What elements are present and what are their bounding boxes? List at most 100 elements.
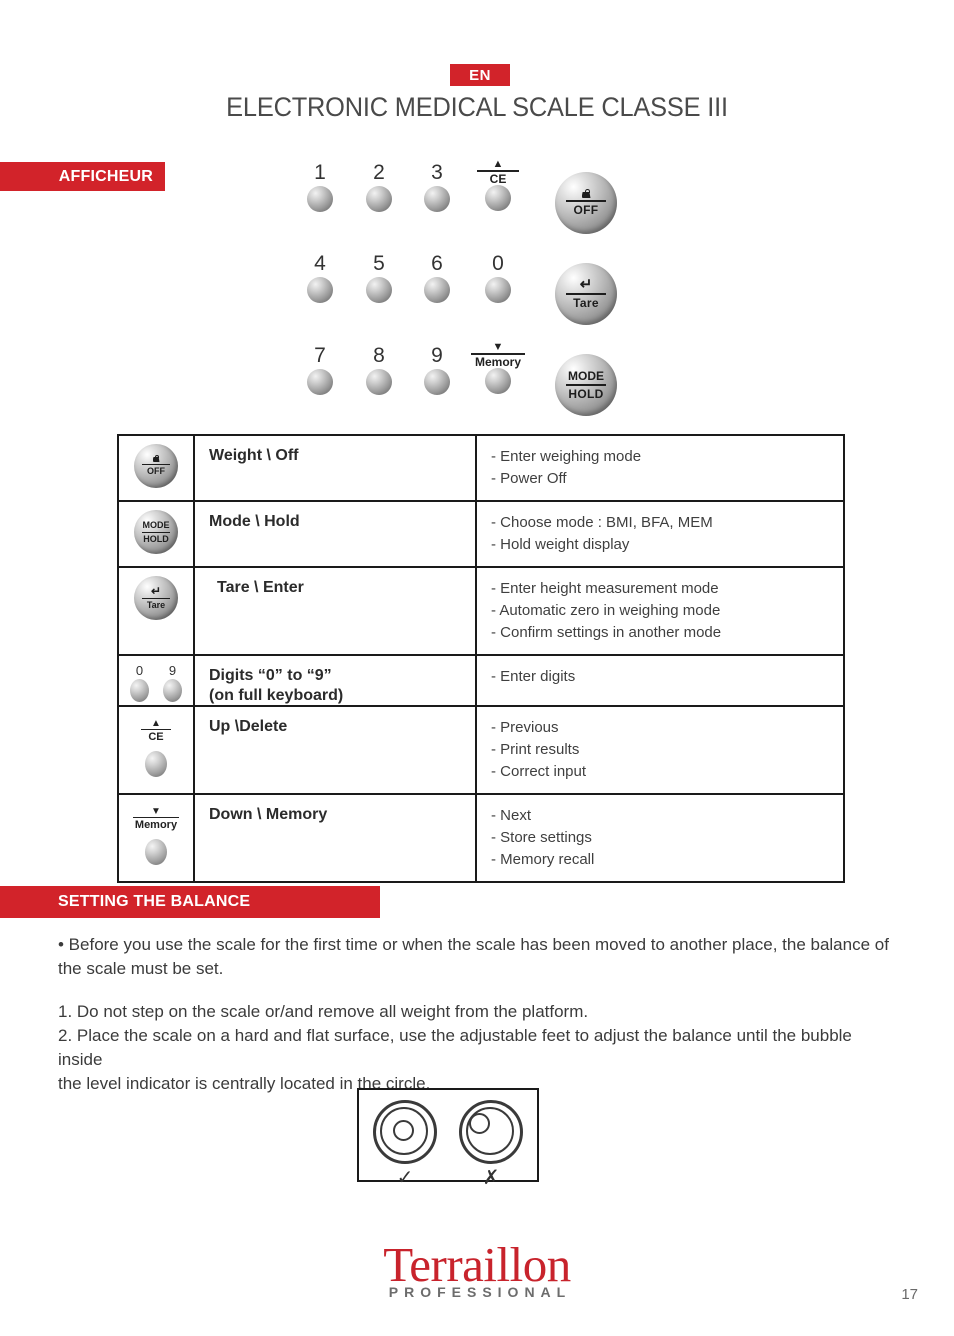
- table-row: ▼ Memory Down \ Memory - Next - Store se…: [117, 793, 845, 883]
- table-row: ▲ CE Up \Delete - Previous - Print resul…: [117, 705, 845, 795]
- level-ring-outer-icon: [459, 1100, 523, 1164]
- ce-label: CE: [148, 731, 164, 743]
- keypad-key-up-ce[interactable]: ▲ CE: [462, 159, 534, 211]
- keypad-key-down-memory[interactable]: ▼ Memory: [462, 342, 534, 394]
- off-label: OFF: [147, 466, 165, 476]
- triangle-up-icon: ▲: [492, 158, 504, 170]
- weight-off-key-label: OFF: [573, 203, 599, 217]
- tare-enter-key-icon[interactable]: ↵ Tare: [134, 576, 178, 620]
- mode-label: MODE: [142, 519, 170, 530]
- level-bubble-icon: [469, 1113, 490, 1134]
- row-desc-list: - Enter height measurement mode - Automa…: [477, 568, 843, 654]
- mode-key-label: MODE: [568, 369, 604, 383]
- row-desc-cell: - Enter digits: [475, 654, 845, 707]
- keypad-key-3-dot: [424, 186, 450, 212]
- desc-line: - Enter weighing mode: [491, 448, 642, 465]
- digit-key-9-label: 9: [168, 663, 177, 678]
- step-1: 1. Do not step on the scale or/and remov…: [58, 1002, 589, 1021]
- row-name-cell: Weight \ Off: [193, 434, 477, 502]
- keypad-key-6-dot: [424, 277, 450, 303]
- tare-key-label: Tare: [573, 296, 599, 310]
- level-indicator-incorrect: ✗: [453, 1100, 529, 1187]
- digit-key-0-label: 0: [135, 663, 144, 678]
- down-memory-key-icon[interactable]: ▼ Memory: [119, 795, 193, 865]
- row-name-label: Weight \ Off: [209, 447, 299, 464]
- row-name-label: Tare \ Enter: [217, 579, 304, 596]
- keypad-weight-off-key[interactable]: OFF: [555, 172, 617, 234]
- row-name-label: Mode \ Hold: [209, 513, 300, 530]
- row-name-cell: Mode \ Hold: [193, 500, 477, 568]
- memory-label: Memory: [474, 355, 521, 369]
- enter-arrow-icon: ↵: [150, 583, 162, 598]
- digit-key-9[interactable]: 9: [163, 664, 182, 702]
- mode-hold-key-icon[interactable]: MODE HOLD: [134, 510, 178, 554]
- table-row: 0 9 Digits “0” to “9” (on full keyboard)…: [117, 654, 845, 707]
- keypad-key-0-dot: [485, 277, 511, 303]
- row-desc-cell: - Choose mode : BMI, BFA, MEM - Hold wei…: [475, 500, 845, 568]
- desc-line: - Power Off: [491, 470, 567, 487]
- keypad-mode-hold-key[interactable]: MODE HOLD: [555, 354, 617, 416]
- check-icon: ✓: [396, 1165, 414, 1189]
- up-ce-stack: ▲ CE: [462, 158, 534, 186]
- desc-line: - Previous: [491, 719, 559, 736]
- divider-line: [142, 597, 170, 599]
- page-title: ELECTRONIC MEDICAL SCALE CLASSE III: [226, 92, 728, 122]
- desc-line: - Print results: [491, 741, 580, 758]
- divider-line: [566, 293, 606, 295]
- desc-line: - Enter height measurement mode: [491, 580, 719, 597]
- section-banner-setting-label: SETTING THE BALANCE: [58, 893, 251, 910]
- triangle-down-icon: ▼: [151, 806, 161, 817]
- keypad-key-8-dot: [366, 369, 392, 395]
- up-delete-key-dot: [145, 751, 167, 777]
- divider-line: [142, 531, 170, 533]
- brand-logo-name: Terraillon: [383, 1237, 571, 1292]
- row-icon-cell: ▲ CE: [117, 705, 195, 795]
- digit-keys-icon[interactable]: 0 9: [119, 656, 193, 702]
- row-name-label: Digits “0” to “9”: [209, 667, 332, 684]
- digit-key-0-dot: [130, 679, 149, 702]
- row-desc-cell: - Previous - Print results - Correct inp…: [475, 705, 845, 795]
- intro-line-1: • Before you use the scale for the first…: [58, 935, 889, 954]
- key-function-table: OFF Weight \ Off - Enter weighing mode -…: [117, 434, 845, 883]
- keypad-key-0[interactable]: 0: [462, 253, 534, 303]
- up-delete-key-icon[interactable]: ▲ CE: [119, 707, 193, 777]
- brand-logo: Terraillon PROFESSIONAL: [0, 1237, 954, 1301]
- weight-off-key-icon[interactable]: OFF: [134, 444, 178, 488]
- down-memory-key-dot: [145, 839, 167, 865]
- balance-intro-paragraph: • Before you use the scale for the first…: [58, 933, 898, 981]
- digit-key-0[interactable]: 0: [130, 664, 149, 702]
- desc-line: - Next: [491, 807, 532, 824]
- row-name-label: Down \ Memory: [209, 806, 328, 823]
- row-desc-list: - Enter digits: [477, 656, 843, 698]
- section-banner-afficheur-label: AFFICHEUR: [58, 167, 153, 185]
- desc-line: - Choose mode : BMI, BFA, MEM: [491, 514, 713, 531]
- language-badge: EN: [450, 64, 510, 86]
- row-name-label-line2: (on full keyboard): [209, 687, 344, 704]
- desc-line: - Memory recall: [491, 851, 595, 868]
- keypad-key-0-label: 0: [492, 252, 504, 275]
- level-ring-outer-icon: [373, 1100, 437, 1164]
- weight-icon: [153, 455, 160, 462]
- divider-line: [566, 384, 606, 386]
- step-2-line-1: 2. Place the scale on a hard and flat su…: [58, 1026, 852, 1069]
- keypad-key-down-memory-dot: [485, 368, 511, 394]
- row-name-cell: Digits “0” to “9” (on full keyboard): [193, 654, 477, 707]
- triangle-up-icon: ▲: [151, 718, 161, 729]
- divider-line: [566, 200, 606, 202]
- divider-line: [142, 464, 170, 465]
- table-row: MODE HOLD Mode \ Hold - Choose mode : BM…: [117, 500, 845, 568]
- table-row: ↵ Tare Tare \ Enter - Enter height measu…: [117, 566, 845, 656]
- row-icon-cell: ↵ Tare: [117, 566, 195, 656]
- hold-label: HOLD: [143, 533, 169, 544]
- desc-line: - Correct input: [491, 763, 587, 780]
- desc-line: - Confirm settings in another mode: [491, 624, 722, 641]
- row-desc-list: - Next - Store settings - Memory recall: [477, 795, 843, 881]
- keypad-tare-key[interactable]: ↵ Tare: [555, 263, 617, 325]
- intro-line-2: the scale must be set.: [58, 959, 224, 978]
- keypad-key-1-dot: [307, 186, 333, 212]
- row-desc-list: - Choose mode : BMI, BFA, MEM - Hold wei…: [477, 502, 843, 566]
- section-banner-setting-the-balance: SETTING THE BALANCE: [0, 886, 380, 918]
- row-icon-cell: ▼ Memory: [117, 793, 195, 883]
- row-icon-cell: MODE HOLD: [117, 500, 195, 568]
- row-name-cell: Down \ Memory: [193, 793, 477, 883]
